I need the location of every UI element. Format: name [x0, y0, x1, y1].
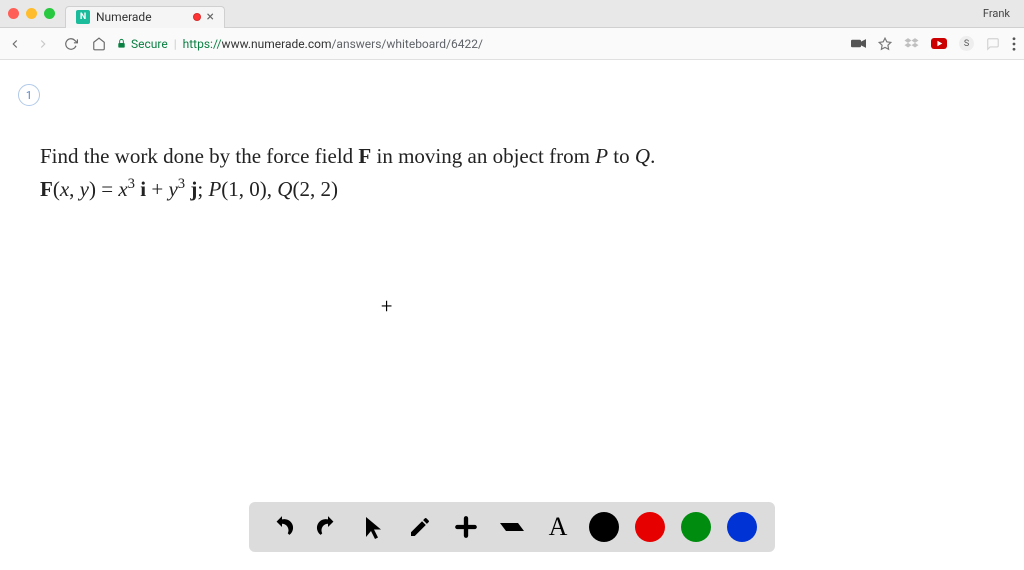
undo-button[interactable]: [267, 512, 297, 542]
recording-indicator-icon: [193, 13, 201, 21]
window-maximize-button[interactable]: [44, 8, 55, 19]
crosshair-cursor-icon: +: [381, 294, 392, 318]
window-minimize-button[interactable]: [26, 8, 37, 19]
url-text: https://www.numerade.com/answers/whitebo…: [183, 37, 483, 51]
color-blue[interactable]: [727, 512, 757, 542]
browser-tab[interactable]: N Numerade ×: [65, 6, 225, 28]
window-chrome: N Numerade × Frank: [0, 0, 1024, 28]
youtube-extension-icon[interactable]: [931, 38, 947, 49]
window-close-button[interactable]: [8, 8, 19, 19]
tab-favicon: N: [76, 10, 90, 24]
whiteboard-canvas[interactable]: 1 Find the work done by the force field …: [0, 60, 1024, 570]
profile-username: Frank: [983, 7, 1016, 20]
browser-toolbar: Secure | https://www.numerade.com/answer…: [0, 28, 1024, 60]
add-tool[interactable]: [451, 512, 481, 542]
tabs-area: N Numerade ×: [65, 1, 225, 28]
nav-icons: [8, 37, 106, 51]
eraser-tool[interactable]: [497, 512, 527, 542]
home-button[interactable]: [92, 37, 106, 51]
pencil-tool[interactable]: [405, 512, 435, 542]
problem-line-1: Find the work done by the force field F …: [40, 140, 964, 173]
problem-line-2: F(x, y) = x3 i + y3 j; P(1, 0), Q(2, 2): [40, 173, 964, 206]
menu-button[interactable]: [1012, 37, 1016, 51]
whiteboard-toolbar: A: [249, 502, 775, 552]
lock-icon: [116, 38, 127, 49]
redo-button[interactable]: [313, 512, 343, 542]
secure-label: Secure: [131, 37, 168, 51]
forward-button[interactable]: [36, 37, 50, 51]
color-black[interactable]: [589, 512, 619, 542]
text-tool[interactable]: A: [543, 512, 573, 542]
s-extension-icon[interactable]: S: [959, 36, 974, 51]
back-button[interactable]: [8, 37, 22, 51]
tab-title: Numerade: [96, 10, 187, 24]
reload-button[interactable]: [64, 37, 78, 51]
chat-extension-icon[interactable]: [986, 37, 1000, 51]
dropbox-extension-icon[interactable]: [904, 37, 919, 51]
page-number-badge[interactable]: 1: [18, 84, 40, 106]
color-green[interactable]: [681, 512, 711, 542]
tab-close-button[interactable]: ×: [207, 10, 214, 24]
address-bar[interactable]: Secure | https://www.numerade.com/answer…: [116, 37, 841, 51]
bookmark-star-icon[interactable]: [878, 37, 892, 51]
traffic-lights: [8, 8, 55, 19]
extensions-area: S: [851, 36, 1016, 51]
problem-text: Find the work done by the force field F …: [40, 140, 964, 205]
camera-icon[interactable]: [851, 38, 866, 49]
pointer-tool[interactable]: [359, 512, 389, 542]
secure-indicator: Secure: [116, 37, 168, 51]
color-red[interactable]: [635, 512, 665, 542]
